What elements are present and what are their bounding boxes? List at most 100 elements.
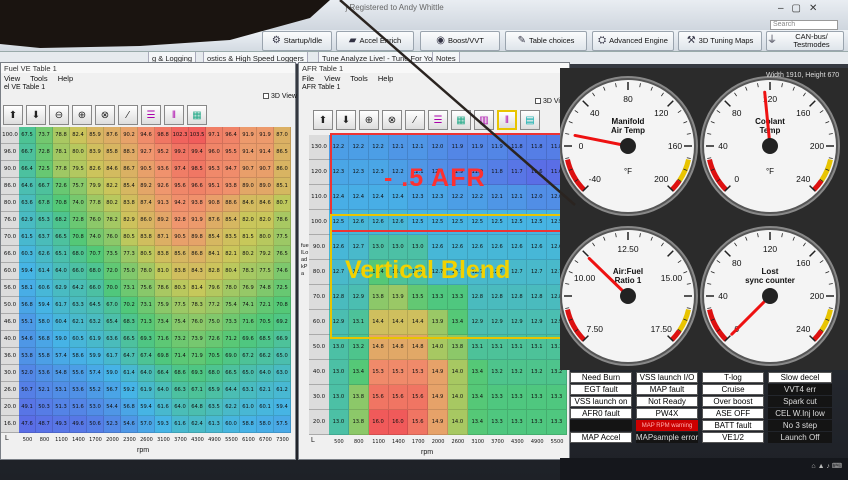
table-cell[interactable]: 12.8 [487,285,508,310]
table-cell[interactable]: 85.4 [223,212,240,229]
menu-help[interactable]: Help [58,74,73,83]
table-cell[interactable]: 86.0 [274,161,291,178]
table-cell[interactable]: 13.2 [507,360,528,385]
table-cell[interactable]: 12.2 [329,135,349,160]
table-cell[interactable]: 66.9 [274,331,291,348]
table-cell[interactable]: 12.1 [487,185,508,210]
table-cell[interactable]: 62.9 [19,212,36,229]
table-cell[interactable]: 94.2 [172,195,189,212]
table-cell[interactable]: 73.1 [121,280,138,297]
table-cell[interactable]: 13.1 [527,335,548,360]
table-cell[interactable]: 12.9 [527,310,548,335]
table-cell[interactable]: 13.3 [527,385,548,410]
table-cell[interactable]: 82.4 [70,127,87,144]
table-cell[interactable]: 53.6 [36,365,53,382]
table-cell[interactable]: 12.5 [487,210,508,235]
table-cell[interactable]: 68.3 [121,314,138,331]
table-cell[interactable]: 14.0 [448,410,468,435]
table-cell[interactable]: 80.7 [274,195,291,212]
y-axis-bin[interactable]: 70.0 [309,285,329,310]
table-cell[interactable]: 71.4 [172,348,189,365]
table-cell[interactable]: 13.2 [487,360,508,385]
table-cell[interactable]: 58.8 [240,416,257,433]
table-cell[interactable]: 90.2 [121,127,138,144]
x-axis-bin[interactable]: 2000 [428,437,448,447]
y-axis-bin[interactable]: 100.0 [1,127,19,144]
y-axis-bin[interactable]: 46.0 [1,314,19,331]
table-cell[interactable]: 71.3 [138,314,155,331]
ve-smooth-icon[interactable]: ▦ [187,105,207,125]
table-cell[interactable]: 12.2 [348,135,369,160]
ve-hinterp-icon[interactable]: ☰ [141,105,161,125]
table-cell[interactable]: 63.5 [206,399,223,416]
table-cell[interactable]: 51.6 [70,399,87,416]
table-cell[interactable]: 77.5 [172,297,189,314]
x-axis-bin[interactable]: 4900 [527,437,547,447]
table-cell[interactable]: 95.2 [155,144,172,161]
table-cell[interactable]: 84.6 [240,195,257,212]
x-axis-bin[interactable]: 2000 [104,435,121,445]
table-cell[interactable]: 103.5 [189,127,206,144]
afr-color-icon[interactable]: ▤ [520,110,540,130]
table-cell[interactable]: 80.5 [121,229,138,246]
table-cell[interactable]: 59.4 [274,399,291,416]
table-cell[interactable]: 59.0 [104,365,121,382]
table-cell[interactable]: 12.6 [388,210,409,235]
table-cell[interactable]: 95.5 [223,144,240,161]
table-cell[interactable]: 16.0 [368,410,389,435]
table-cell[interactable]: 89.8 [189,229,206,246]
table-cell[interactable]: 13.1 [487,335,508,360]
table-cell[interactable]: 61.6 [172,416,189,433]
table-cell[interactable]: 11.6 [527,160,548,185]
table-cell[interactable]: 61.7 [53,297,70,314]
table-cell[interactable]: 55.8 [36,348,53,365]
x-axis-bin[interactable]: 500 [19,435,36,445]
table-cell[interactable]: 53.8 [19,348,36,365]
table-cell[interactable]: 99.4 [189,144,206,161]
table-cell[interactable]: 66.7 [36,178,53,195]
table-cell[interactable]: 93.8 [223,178,240,195]
table-cell[interactable]: 13.3 [547,385,567,410]
table-cell[interactable]: 15.6 [388,385,409,410]
table-cell[interactable]: 88.6 [223,195,240,212]
table-cell[interactable]: 78.3 [240,263,257,280]
can-bus-testmodes-button[interactable]: ⏚ CAN-bus/ Testmodes [766,31,844,51]
table-cell[interactable]: 12.9 [487,310,508,335]
table-cell[interactable]: 14.8 [368,335,389,360]
table-cell[interactable]: 73.2 [172,331,189,348]
table-cell[interactable]: 15.3 [408,360,429,385]
table-cell[interactable]: 54.8 [53,365,70,382]
x-axis-bin[interactable]: 4300 [189,435,206,445]
table-cell[interactable]: 76.0 [87,212,104,229]
table-cell[interactable]: 56.7 [104,382,121,399]
menu-tools[interactable]: Tools [350,74,368,83]
table-cell[interactable]: 56.8 [19,297,36,314]
table-cell[interactable]: 64.0 [138,365,155,382]
table-cell[interactable]: 74.8 [257,280,274,297]
table-cell[interactable]: 12.5 [467,210,488,235]
table-cell[interactable]: 94.6 [138,127,155,144]
y-axis-bin[interactable]: 100.0 [309,210,329,235]
table-cell[interactable]: 80.0 [70,144,87,161]
table-cell[interactable]: 12.8 [507,285,528,310]
table-cell[interactable]: 62.9 [53,280,70,297]
table-cell[interactable]: 64.0 [155,382,172,399]
table-cell[interactable]: 73.7 [36,127,53,144]
startup-idle-button[interactable]: ⚙ Startup/Idle [262,31,332,51]
table-cell[interactable]: 80.5 [138,246,155,263]
table-cell[interactable]: 78.0 [138,263,155,280]
table-cell[interactable]: 65.0 [240,365,257,382]
table-cell[interactable]: 53.6 [70,382,87,399]
x-axis-bin[interactable]: 2600 [448,437,468,447]
y-axis-bin[interactable]: 86.0 [1,178,19,195]
y-axis-bin[interactable]: 80.0 [309,260,329,285]
menu-file[interactable]: File [302,74,314,83]
table-cell[interactable]: 78.8 [53,127,70,144]
table-cell[interactable]: 86.5 [274,144,291,161]
table-cell[interactable]: 74.0 [87,229,104,246]
table-cell[interactable]: 15.3 [368,360,389,385]
table-cell[interactable]: 61.4 [36,263,53,280]
y-axis-bin[interactable]: 76.0 [1,212,19,229]
table-cell[interactable]: 79.5 [70,161,87,178]
table-cell[interactable]: 64.8 [189,399,206,416]
